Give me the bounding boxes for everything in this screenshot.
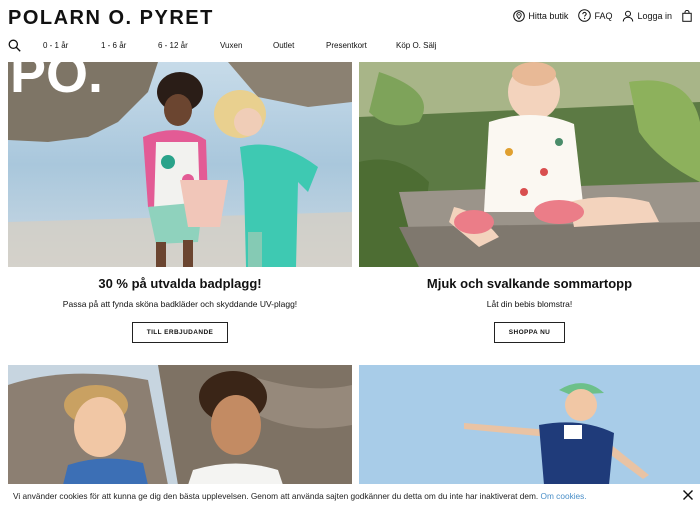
user-icon [623, 10, 634, 22]
find-store-link[interactable]: Hitta butik [513, 9, 569, 22]
cookie-message-row: Vi använder cookies för att kunna ge dig… [13, 491, 587, 501]
promo-cta-button[interactable]: TILL ERBJUDANDE [131, 322, 229, 343]
promo-subtitle: Passa på att fynda sköna badkläder och s… [62, 299, 298, 309]
question-circle-icon [578, 9, 592, 22]
promo-title: 30 % på utvalda badplagg! [98, 276, 262, 291]
nav-item-kop-salj[interactable]: Köp O. Sälj [396, 41, 436, 50]
faq-label: FAQ [594, 10, 613, 21]
nav-item-outlet[interactable]: Outlet [273, 41, 294, 50]
login-link[interactable]: Logga in [622, 10, 672, 22]
nav-item-1-6[interactable]: 1 - 6 år [101, 41, 126, 50]
nav-item-0-1[interactable]: 0 - 1 år [43, 41, 68, 50]
site-header: POLARN O. PYRET Hitta butik FAQ Logga in… [0, 0, 700, 62]
promo-image-swimwear[interactable]: PO. [8, 62, 352, 267]
nav-item-6-12[interactable]: 6 - 12 år [158, 41, 188, 50]
close-icon [683, 490, 693, 500]
cookie-banner: Vi använder cookies för att kunna ge dig… [0, 484, 700, 512]
site-logo[interactable]: POLARN O. PYRET [8, 7, 214, 30]
promo-card-summer-top: Mjuk och svalkande sommartopp Låt din be… [359, 62, 700, 352]
promo-cta-button[interactable]: SHOPPA NU [493, 322, 566, 343]
promo-subtitle: Låt din bebis blomstra! [486, 299, 573, 309]
promo-image-boy-sky[interactable] [359, 365, 700, 485]
location-pin-icon [513, 9, 526, 22]
cookie-message: Vi använder cookies för att kunna ge dig… [13, 491, 539, 501]
main-navigation: 0 - 1 år 1 - 6 år 6 - 12 år Vuxen Outlet… [0, 38, 700, 56]
nav-item-presentkort[interactable]: Presentkort [326, 41, 367, 50]
promo-title: Mjuk och svalkande sommartopp [426, 276, 633, 291]
nav-item-vuxen[interactable]: Vuxen [220, 41, 242, 50]
promo-card-swimwear: PO. 30 % på utvalda badplagg! Passa på a… [8, 62, 352, 352]
shopping-bag-icon [682, 9, 692, 22]
brand-overlay-text: PO. [10, 62, 103, 104]
cookie-close-button[interactable] [682, 489, 694, 503]
promo-image-summer-top[interactable] [359, 62, 700, 267]
cart-button[interactable] [682, 9, 692, 22]
header-utilities: Hitta butik FAQ Logga in [513, 9, 692, 22]
find-store-label: Hitta butik [528, 10, 569, 21]
faq-link[interactable]: FAQ [578, 9, 612, 22]
search-icon [8, 39, 21, 52]
search-button[interactable] [8, 39, 21, 54]
login-label: Logga in [637, 10, 672, 21]
promo-text-swimwear: 30 % på utvalda badplagg! Passa på att f… [8, 276, 352, 343]
promo-text-summer-top: Mjuk och svalkande sommartopp Låt din be… [359, 276, 700, 343]
promo-image-kids-rocks[interactable] [8, 365, 352, 485]
cookie-info-link[interactable]: Om cookies. [541, 491, 587, 501]
